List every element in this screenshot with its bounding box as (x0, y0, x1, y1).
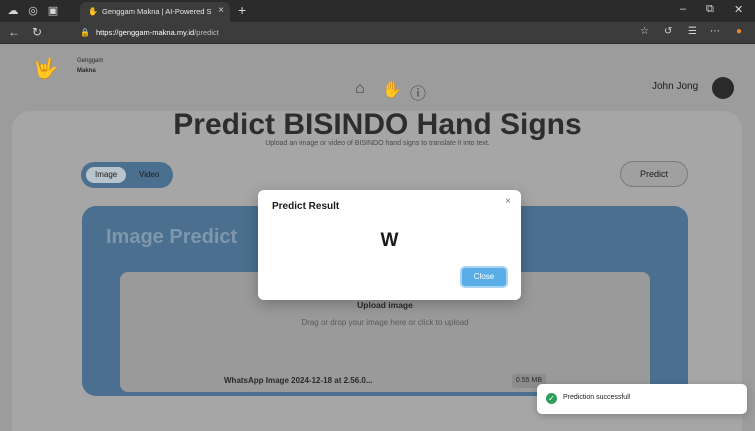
url-host: https://genggam-makna.my.id (95, 28, 195, 37)
browser-profile-icon[interactable]: ☁ (6, 4, 20, 18)
copilot-icon[interactable]: ● (736, 26, 742, 37)
predict-result-modal: Predict Result × W Close (258, 190, 521, 300)
mode-image-tab[interactable]: Image (86, 167, 127, 183)
avatar[interactable] (712, 77, 734, 99)
site-header: 🤟 Genggam Makna ⌂ ✋ ⓘ John Jong (0, 44, 755, 112)
reload-icon[interactable]: ↻ (32, 25, 42, 39)
web-page: 🤟 Genggam Makna ⌂ ✋ ⓘ John Jong Predict … (0, 44, 755, 431)
predict-button[interactable]: Predict (620, 161, 688, 187)
tab-close-icon[interactable]: × (218, 5, 224, 16)
hand-icon[interactable]: ✋ (382, 80, 402, 100)
site-favicon-icon: ✋ (88, 7, 98, 16)
url-field[interactable]: 🔒 https://genggam-makna.my.id/predict (80, 26, 620, 40)
tab-title: Genggam Makna | AI-Powered Si (102, 7, 212, 16)
toast-message: Prediction successful! (563, 394, 631, 401)
user-name[interactable]: John Jong (652, 81, 698, 92)
file-name: WhatsApp Image 2024-12-18 at 2.56.0... (224, 376, 373, 385)
window-restore-button[interactable]: ⧉ (706, 3, 714, 16)
browser-tab-active[interactable]: ✋ Genggam Makna | AI-Powered Si × (80, 2, 230, 22)
url-path: /predict (194, 28, 219, 37)
page-title: Predict BISINDO Hand Signs (173, 108, 582, 141)
star-icon[interactable]: ☆ (640, 26, 649, 37)
check-circle-icon: ✓ (546, 393, 557, 404)
mode-video-tab[interactable]: Video (130, 167, 168, 183)
favorites-icon[interactable]: ☰ (688, 26, 697, 37)
back-icon[interactable]: ← (8, 25, 20, 39)
modal-title: Predict Result (272, 201, 340, 212)
mode-toggle: Image Video (81, 162, 173, 188)
browser-address-bar: ← ↻ 🔒 https://genggam-makna.my.id/predict… (0, 22, 755, 44)
brand-line-2: Makna (77, 68, 96, 74)
hands-logo-icon: 🤟 (33, 58, 58, 80)
uploaded-file-row: WhatsApp Image 2024-12-18 at 2.56.0... 0… (224, 374, 546, 388)
tab-actions-icon[interactable]: ▣ (46, 4, 60, 18)
lock-icon: 🔒 (80, 28, 90, 37)
site-logo[interactable]: 🤟 Genggam Makna (33, 56, 143, 82)
modal-close-button[interactable]: Close (460, 266, 508, 288)
more-menu-icon[interactable]: ⋯ (710, 26, 720, 37)
upload-title: Upload image (357, 300, 413, 310)
new-tab-button[interactable]: + (238, 2, 246, 18)
success-toast: ✓ Prediction successful! (537, 384, 747, 414)
workspaces-icon[interactable]: ◎ (26, 4, 40, 18)
upload-subtitle: Drag or drop your image here or click to… (301, 318, 469, 327)
prediction-result: W (380, 230, 399, 251)
panel-title: Image Predict (106, 226, 238, 248)
window-minimize-button[interactable]: – (680, 3, 686, 15)
page-subtitle: Upload an image or video of BISINDO hand… (265, 140, 490, 147)
brand-line-1: Genggam (77, 58, 104, 64)
home-icon[interactable]: ⌂ (355, 80, 365, 98)
browser-tab-bar: ☁ ◎ ▣ ✋ Genggam Makna | AI-Powered Si × … (0, 0, 755, 22)
refresh-extension-icon[interactable]: ↺ (664, 26, 672, 37)
window-close-button[interactable]: ✕ (734, 3, 743, 16)
modal-close-icon[interactable]: × (505, 196, 511, 207)
info-icon[interactable]: ⓘ (410, 80, 426, 104)
